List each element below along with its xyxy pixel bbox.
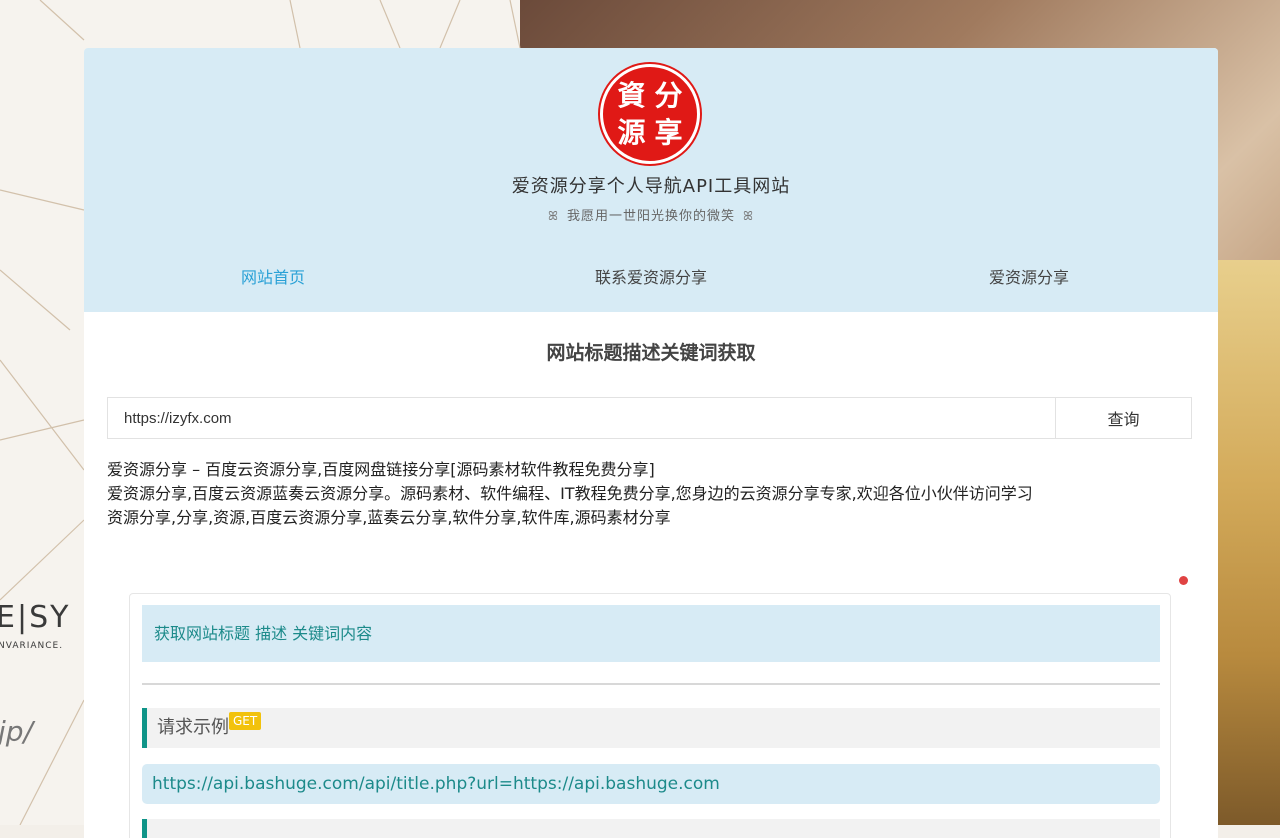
background-text-jp: jp/ xyxy=(0,715,33,748)
site-title: 爱资源分享个人导航API工具网站 xyxy=(511,176,791,197)
request-example-label: 请求示例 xyxy=(157,717,229,738)
logo-char: 源 xyxy=(617,115,646,149)
nav-item-share[interactable]: 爱资源分享 xyxy=(840,258,1218,298)
site-subtitle: ꕤ 我愿用一世阳光换你的微笑 ꕤ xyxy=(84,205,1218,224)
search-bar: 查询 xyxy=(107,397,1192,439)
next-section-header xyxy=(142,819,1160,838)
main-card: 資 分 源 享 爱资源分享个人导航API工具网站 ꕤ 我愿用一世阳光换你的微笑 ꕤ … xyxy=(84,48,1218,838)
nav-item-contact[interactable]: 联系爱资源分享 xyxy=(462,258,840,298)
query-button[interactable]: 查询 xyxy=(1055,398,1191,438)
background-text-esy: E|SY xyxy=(0,600,71,635)
logo-char: 享 xyxy=(654,115,683,149)
site-header: 資 分 源 享 爱资源分享个人导航API工具网站 ꕤ 我愿用一世阳光换你的微笑 ꕤ … xyxy=(84,48,1218,312)
logo-char: 資 xyxy=(617,78,646,112)
nav-item-home[interactable]: 网站首页 xyxy=(84,258,462,298)
divider xyxy=(142,683,1160,685)
example-url[interactable]: https://api.bashuge.com/api/title.php?ur… xyxy=(142,764,1160,804)
url-input[interactable] xyxy=(108,398,1055,438)
result-keywords: 资源分享,分享,资源,百度云资源分享,蓝奏云分享,软件分享,软件库,源码素材分享 xyxy=(107,508,671,527)
api-doc-heading: 获取网站标题 描述 关键词内容 xyxy=(142,605,1160,662)
request-example-header: 请求示例 GET xyxy=(142,708,1160,748)
status-dot xyxy=(1179,576,1188,585)
flower-icon: ꕤ xyxy=(743,209,754,223)
site-logo[interactable]: 資 分 源 享 xyxy=(600,64,700,164)
site-subtitle-text: 我愿用一世阳光换你的微笑 xyxy=(566,209,735,224)
page-title: 网站标题描述关键词获取 xyxy=(546,342,756,364)
logo-char: 分 xyxy=(654,78,683,112)
flower-icon: ꕤ xyxy=(548,209,559,223)
background-text-invariance: NVARIANCE. xyxy=(0,641,64,651)
result-title: 爱资源分享 – 百度云资源分享,百度网盘链接分享[源码素材软件教程免费分享] xyxy=(107,460,655,479)
result-block: 爱资源分享 – 百度云资源分享,百度网盘链接分享[源码素材软件教程免费分享] 爱… xyxy=(107,458,1197,530)
main-nav: 网站首页 联系爱资源分享 爱资源分享 xyxy=(84,258,1218,298)
api-doc-panel: 获取网站标题 描述 关键词内容 请求示例 GET https://api.bash… xyxy=(129,593,1171,838)
method-badge: GET xyxy=(229,712,262,730)
result-description: 爱资源分享,百度云资源蓝奏云资源分享。源码素材、软件编程、IT教程免费分享,您身… xyxy=(107,484,1033,503)
